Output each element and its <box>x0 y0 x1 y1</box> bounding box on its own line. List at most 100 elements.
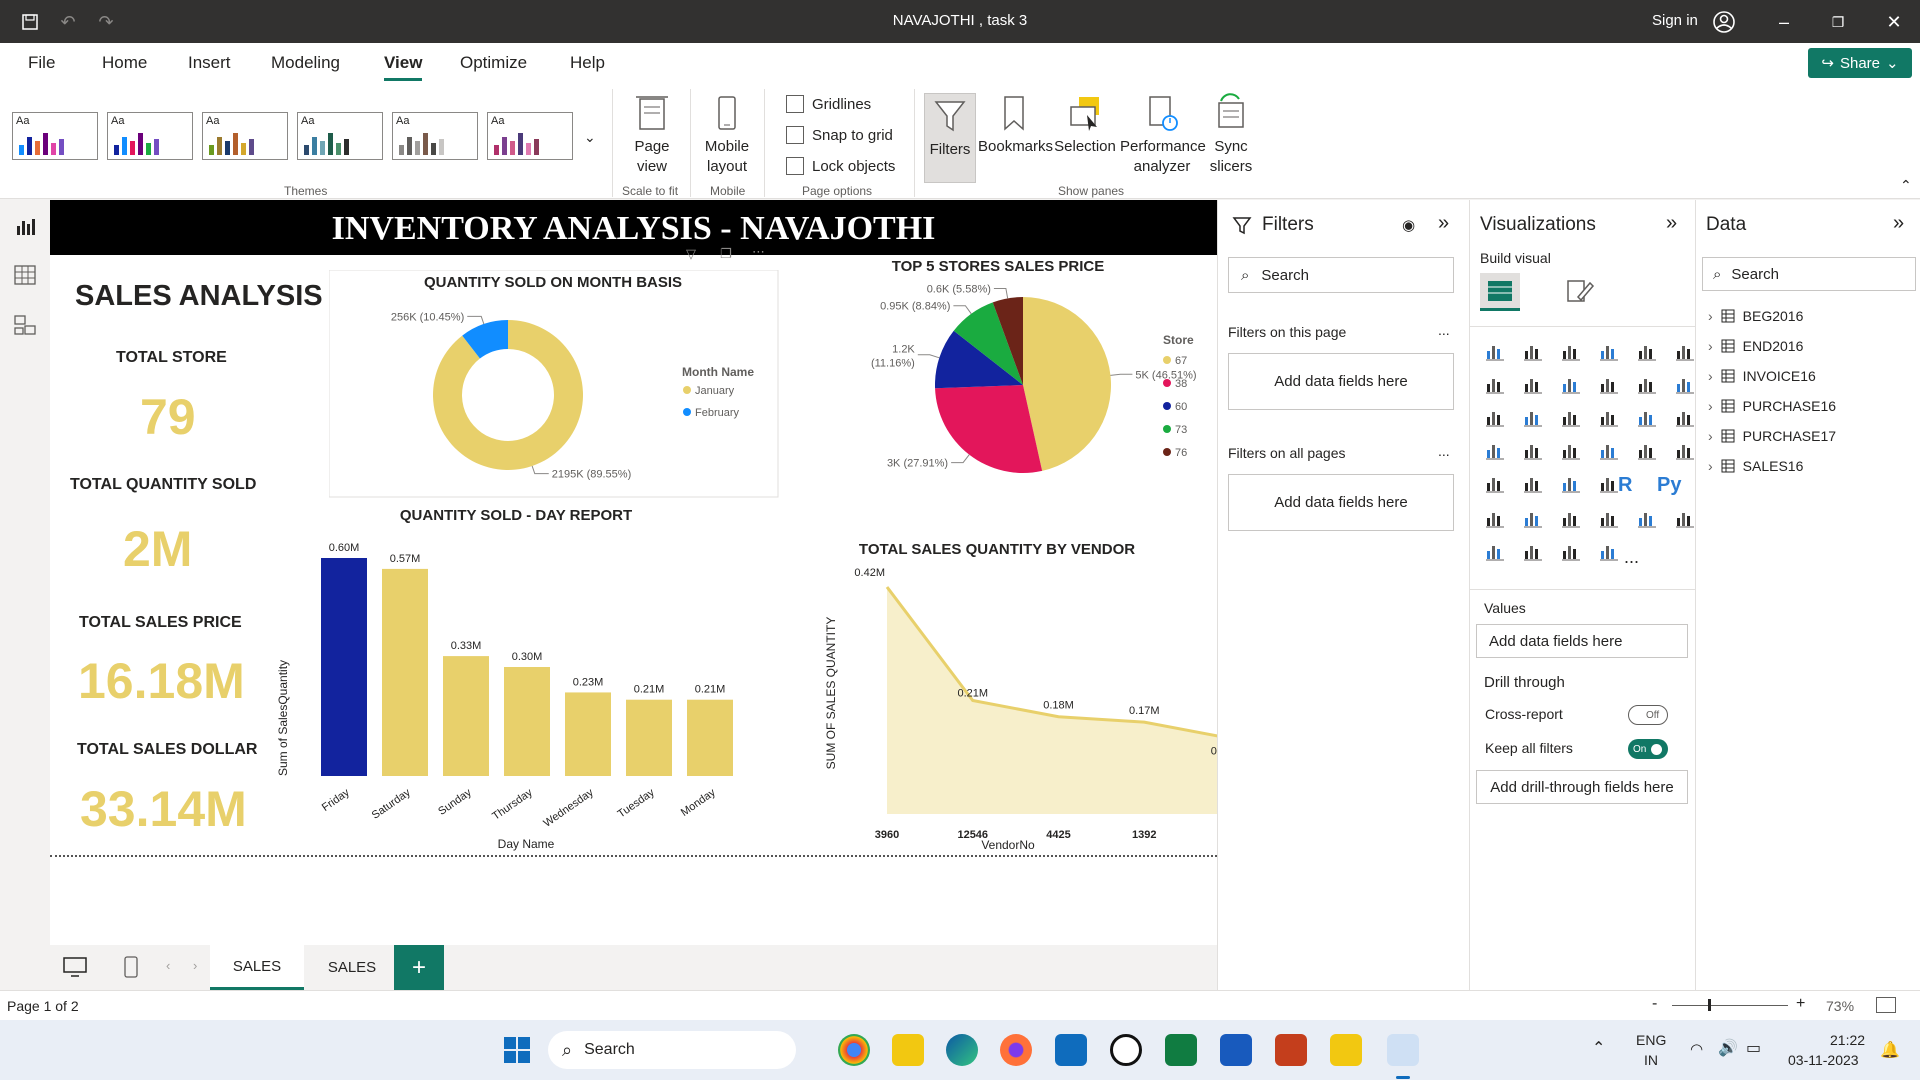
data-search-input[interactable]: ⌕ Search <box>1702 257 1916 291</box>
close-icon[interactable]: ✕ <box>1882 10 1906 34</box>
visual-more-icon[interactable]: ⋯ <box>752 244 765 260</box>
collapse-pane-icon[interactable]: » <box>1666 212 1677 235</box>
theme-swatch[interactable]: Aa <box>202 112 288 160</box>
data-table-item[interactable]: › BEG2016 <box>1708 308 1803 324</box>
bookmarks-pane-button[interactable]: Bookmarks <box>978 93 1053 157</box>
chrome-icon[interactable] <box>838 1034 870 1066</box>
tab-view[interactable]: View <box>384 53 423 81</box>
chevron-right-icon[interactable]: › <box>1708 428 1713 444</box>
more-options-icon[interactable]: ... <box>1438 443 1450 459</box>
vendor-area-chart[interactable]: TOTAL SALES QUANTITY BY VENDOR SUM OF SA… <box>770 530 1250 855</box>
mobile-view-icon[interactable] <box>123 956 139 981</box>
100-stacked-column-chart-icon[interactable] <box>1674 340 1696 362</box>
tab-file[interactable]: File <box>28 53 55 73</box>
stacked-bar-chart-icon[interactable] <box>1484 340 1506 362</box>
all-pages-filter-well[interactable]: Add data fields here <box>1228 474 1454 531</box>
waterfall-chart-icon[interactable] <box>1484 406 1506 428</box>
word-icon[interactable] <box>1220 1034 1252 1066</box>
data-table-item[interactable]: › SALES16 <box>1708 458 1803 474</box>
restore-icon[interactable]: ❐ <box>1826 10 1850 34</box>
notification-bell-icon[interactable]: 🔔 <box>1880 1040 1900 1060</box>
chevron-right-icon[interactable]: › <box>1708 458 1713 474</box>
line-chart-icon[interactable] <box>1484 373 1506 395</box>
format-visual-tab[interactable] <box>1564 275 1596 307</box>
mobile-layout-button[interactable]: Mobile layout <box>698 93 756 177</box>
power-apps-icon[interactable] <box>1674 507 1696 529</box>
area-chart-icon[interactable] <box>1522 373 1544 395</box>
prev-page-icon[interactable]: ‹ <box>166 958 170 973</box>
theme-swatch[interactable]: Aa <box>12 112 98 160</box>
clustered-column-chart-icon[interactable] <box>1598 340 1620 362</box>
100-stacked-bar-chart-icon[interactable] <box>1636 340 1658 362</box>
firefox-icon[interactable] <box>1000 1034 1032 1066</box>
taskbar-search-box[interactable]: ⌕ Search <box>548 1031 796 1069</box>
matrix-icon[interactable] <box>1598 472 1620 494</box>
power-automate-icon[interactable] <box>1522 540 1544 562</box>
gauge-icon[interactable] <box>1598 439 1620 461</box>
data-table-item[interactable]: › PURCHASE17 <box>1708 428 1836 444</box>
snap-to-grid-checkbox[interactable]: Snap to grid <box>786 126 893 144</box>
qa-visual-icon[interactable] <box>1560 507 1582 529</box>
theme-swatch[interactable]: Aa <box>487 112 573 160</box>
edge-icon[interactable] <box>946 1034 978 1066</box>
model-view-icon[interactable] <box>12 312 38 338</box>
report-view-icon[interactable] <box>12 214 38 240</box>
add-page-button[interactable]: + <box>394 945 444 990</box>
top-stores-pie-chart[interactable]: TOP 5 STORES SALES PRICE 5K (46.51%)3K (… <box>810 254 1230 494</box>
tab-insert[interactable]: Insert <box>188 53 231 73</box>
clock-date[interactable]: 03-11-2023 <box>1788 1052 1859 1068</box>
clustered-bar-chart-icon[interactable] <box>1560 340 1582 362</box>
sync-slicers-button[interactable]: Sync slicers <box>1206 93 1256 177</box>
cross-report-toggle[interactable]: Off <box>1628 705 1668 725</box>
kpi-icon[interactable] <box>1484 472 1506 494</box>
snipping-tool-icon[interactable] <box>1387 1034 1419 1066</box>
theme-swatch[interactable]: Aa <box>107 112 193 160</box>
visual-focus-icon[interactable]: ❐ <box>720 246 732 262</box>
sign-in-link[interactable]: Sign in <box>1652 12 1698 29</box>
wifi-icon[interactable]: ◠ <box>1690 1040 1703 1058</box>
map-icon[interactable] <box>1484 439 1506 461</box>
collapse-pane-icon[interactable]: » <box>1893 212 1904 235</box>
page-tab-sales-1[interactable]: SALES <box>210 945 304 990</box>
battery-icon[interactable]: ▭ <box>1746 1038 1761 1058</box>
day-report-bar-chart[interactable]: QUANTITY SOLD - DAY REPORT Sum of SalesQ… <box>260 500 790 855</box>
multi-row-card-icon[interactable] <box>1674 439 1696 461</box>
data-table-item[interactable]: › PURCHASE16 <box>1708 398 1836 414</box>
card-icon[interactable] <box>1636 439 1658 461</box>
language-region[interactable]: IN <box>1644 1052 1658 1068</box>
month-donut-chart[interactable]: QUANTITY SOLD ON MONTH BASIS 2195K (89.5… <box>329 270 779 498</box>
language-code[interactable]: ENG <box>1636 1032 1666 1048</box>
powerbi-icon[interactable] <box>1330 1034 1362 1066</box>
lock-objects-checkbox[interactable]: Lock objects <box>786 157 895 175</box>
keep-all-filters-toggle[interactable]: On <box>1628 739 1668 759</box>
stacked-column-chart-icon[interactable] <box>1522 340 1544 362</box>
slicer-icon[interactable] <box>1522 472 1544 494</box>
next-page-icon[interactable]: › <box>193 958 197 973</box>
zoom-in-icon[interactable]: + <box>1796 995 1805 1013</box>
desktop-view-icon[interactable] <box>62 956 88 981</box>
chevron-right-icon[interactable]: › <box>1708 398 1713 414</box>
minimize-icon[interactable]: – <box>1772 10 1796 34</box>
scatter-chart-icon[interactable] <box>1560 406 1582 428</box>
build-visual-tab[interactable] <box>1480 273 1520 311</box>
donut-chart-icon[interactable] <box>1636 406 1658 428</box>
more-visuals-icon[interactable]: ... <box>1624 547 1639 568</box>
powerpoint-icon[interactable] <box>1275 1034 1307 1066</box>
diamond-visual-icon[interactable] <box>1560 540 1582 562</box>
data-table-item[interactable]: › INVOICE16 <box>1708 368 1816 384</box>
chevron-right-icon[interactable]: › <box>1708 308 1713 324</box>
gridlines-checkbox[interactable]: Gridlines <box>786 95 871 113</box>
eye-icon[interactable]: ◉ <box>1402 216 1415 234</box>
python-visual-icon[interactable]: Py <box>1657 474 1681 497</box>
zoom-slider-thumb[interactable] <box>1708 999 1711 1011</box>
excel-icon[interactable] <box>1165 1034 1197 1066</box>
tab-help[interactable]: Help <box>570 53 605 73</box>
more-options-icon[interactable]: ... <box>1438 322 1450 338</box>
paginated-report-icon[interactable] <box>1598 507 1620 529</box>
theme-swatch[interactable]: Aa <box>392 112 478 160</box>
performance-analyzer-button[interactable]: Performance analyzer <box>1120 93 1206 177</box>
collapse-pane-icon[interactable]: » <box>1438 212 1449 235</box>
tab-home[interactable]: Home <box>102 53 147 73</box>
page-view-button[interactable]: Page view <box>622 93 682 177</box>
selection-pane-button[interactable]: Selection <box>1052 93 1118 157</box>
